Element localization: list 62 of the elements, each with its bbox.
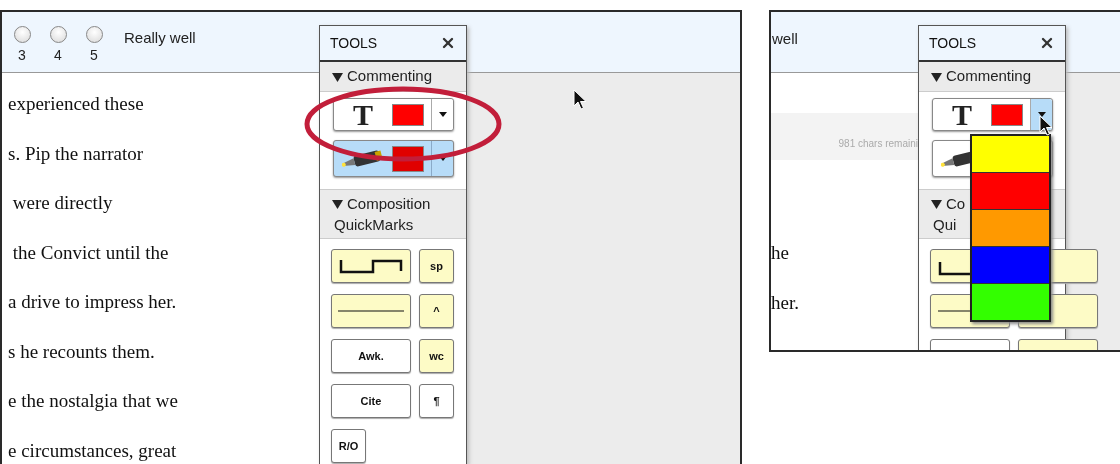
color-option[interactable] <box>972 247 1049 283</box>
palette-title: TOOLS <box>330 33 378 53</box>
section-title: Commenting <box>347 66 433 87</box>
essay-text-line: e circumstances, great <box>8 438 177 463</box>
caret-icon <box>438 112 447 117</box>
essay-text-line: s he recounts them. <box>8 339 155 364</box>
quickmark-button[interactable]: ^ <box>419 294 454 328</box>
horizontal-line-icon <box>938 309 972 313</box>
collapse-triangle-icon[interactable] <box>332 71 343 82</box>
essay-text-line: e the nostalgia that we <box>8 389 178 413</box>
radio-button[interactable] <box>49 26 67 43</box>
color-option[interactable] <box>972 173 1049 209</box>
paragraph-gap-icon <box>339 258 403 274</box>
text-comment-button[interactable]: T <box>932 98 1053 131</box>
essay-text-line: experienced these <box>8 92 144 116</box>
radio-label: 4 <box>54 46 62 64</box>
cursor-icon <box>1039 115 1053 137</box>
radio-label: 3 <box>18 46 26 64</box>
essay-text-line: the Convict until the <box>11 240 169 265</box>
quickmark-button[interactable]: wc <box>419 339 454 373</box>
scale-label: well <box>772 30 798 47</box>
section-title: Commenting <box>946 66 1032 87</box>
text-comment-button[interactable]: T <box>333 98 454 131</box>
cursor-icon <box>573 89 587 111</box>
essay-text-line: he <box>771 241 789 265</box>
quickmark-button[interactable]: Cite <box>331 384 411 418</box>
section-title: Composition <box>347 194 431 214</box>
collapse-triangle-icon[interactable] <box>332 198 343 209</box>
radio-button[interactable] <box>13 26 31 43</box>
color-option[interactable] <box>972 284 1049 320</box>
radio-label: 5 <box>90 46 98 64</box>
section-title: Qui <box>932 215 957 235</box>
quickmark-button[interactable]: sp <box>419 249 454 283</box>
color-option[interactable] <box>972 136 1049 172</box>
caret-icon <box>1037 112 1046 117</box>
essay-text-line: a drive to impress her. <box>8 290 177 314</box>
close-icon[interactable] <box>1039 35 1055 51</box>
essay-text-line: were directly <box>11 191 113 215</box>
section-header[interactable]: Composition QuickMarks <box>320 189 466 239</box>
paragraph-gap-icon <box>938 260 970 276</box>
horizontal-line-icon <box>338 309 404 313</box>
section-header[interactable]: Commenting <box>919 62 1065 92</box>
quickmark-button[interactable]: R/O <box>331 429 366 463</box>
section-title: Co <box>946 194 966 214</box>
text-tool-glyph: T <box>352 99 374 130</box>
essay-text-line: her. <box>771 291 799 315</box>
section-header[interactable]: Commenting <box>320 62 466 92</box>
color-option[interactable] <box>972 210 1049 246</box>
quickmark-button[interactable] <box>331 249 411 283</box>
char-count: 981 chars remaini <box>838 137 918 151</box>
palette-title: TOOLS <box>929 33 977 53</box>
radio-button[interactable] <box>85 26 103 43</box>
quickmark-button[interactable]: Awk. <box>331 339 411 373</box>
dropdown-toggle[interactable] <box>431 99 453 130</box>
section-title: QuickMarks <box>333 215 414 235</box>
collapse-triangle-icon[interactable] <box>931 198 942 209</box>
scale-label: Really well <box>124 28 196 48</box>
essay-text-line: s. Pip the narrator <box>8 141 144 166</box>
quickmark-button[interactable]: ¶ <box>419 384 454 418</box>
close-icon[interactable] <box>440 35 456 51</box>
text-tool-glyph: T <box>951 99 973 130</box>
collapse-triangle-icon[interactable] <box>931 71 942 82</box>
